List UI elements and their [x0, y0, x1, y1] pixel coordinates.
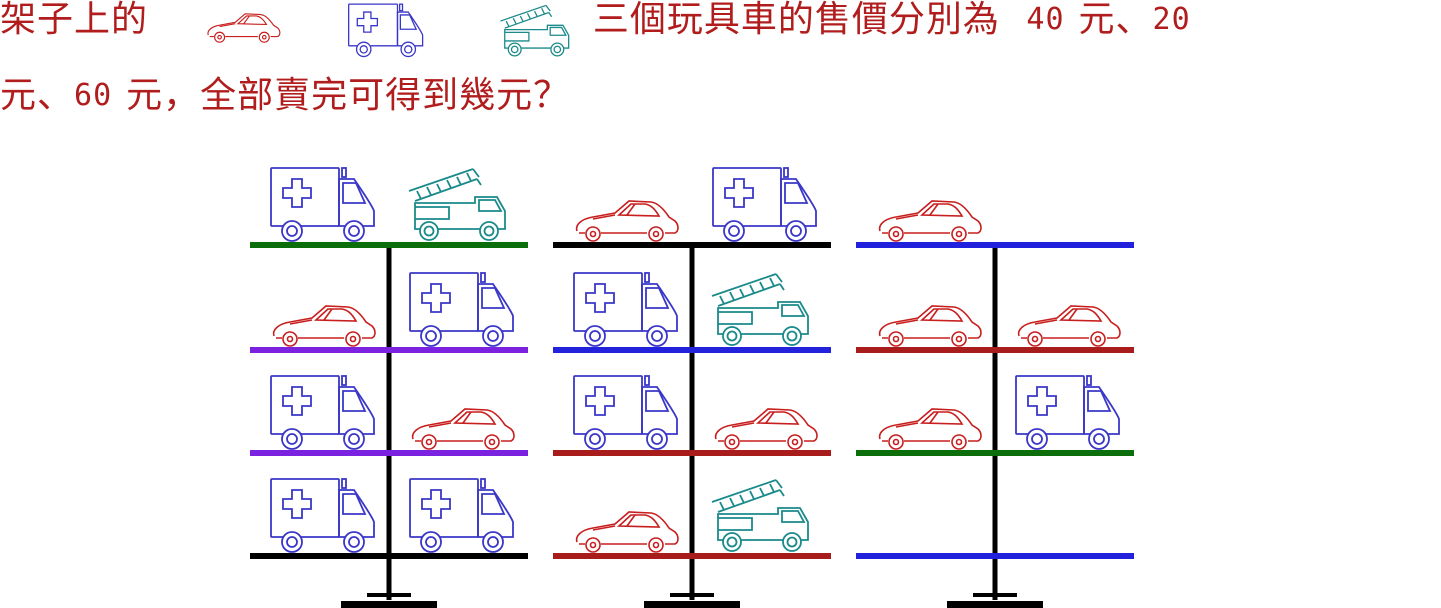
shelf-board: [856, 553, 1134, 559]
car-icon: [411, 408, 515, 450]
shelf-base-top: [973, 593, 1017, 597]
shelf-base: [947, 601, 1043, 608]
ambulance-icon: [1015, 375, 1120, 450]
shelves-illustration: [250, 167, 1134, 608]
ambulance-icon: [409, 478, 514, 553]
shelf-base: [644, 601, 740, 608]
ambulance-icon: [270, 478, 375, 553]
shelf-base-top: [670, 593, 714, 597]
shelf-base-top: [367, 593, 411, 597]
ambulance-icon: [573, 272, 678, 347]
shelf-board: [250, 450, 528, 456]
fire-truck-icon: [408, 168, 506, 241]
shelf-base: [341, 601, 437, 608]
ambulance-icon: [573, 375, 678, 450]
car-icon: [575, 200, 679, 242]
car-icon: [272, 305, 376, 347]
fire-truck-icon: [711, 479, 809, 552]
shelf-board: [250, 242, 528, 248]
shelf-3: [856, 200, 1134, 608]
shelf-board: [856, 450, 1134, 456]
shelf-board: [250, 347, 528, 353]
shelf-board: [250, 553, 528, 559]
car-icon: [1017, 305, 1121, 347]
car-icon: [575, 511, 679, 553]
fire-truck-icon: [711, 273, 809, 346]
shelf-board: [856, 242, 1134, 248]
ambulance-icon: [712, 167, 817, 242]
shelf-1: [250, 167, 528, 608]
ambulance-icon: [409, 272, 514, 347]
car-icon: [878, 305, 982, 347]
car-icon: [878, 200, 982, 242]
car-icon: [878, 408, 982, 450]
ambulance-icon: [270, 375, 375, 450]
shelf-2: [553, 167, 831, 608]
shelf-board: [856, 347, 1134, 353]
car-icon: [714, 408, 818, 450]
shelf-board: [553, 450, 831, 456]
shelf-board: [553, 347, 831, 353]
ambulance-icon: [270, 167, 375, 242]
shelf-board: [553, 553, 831, 559]
shelf-board: [553, 242, 831, 248]
